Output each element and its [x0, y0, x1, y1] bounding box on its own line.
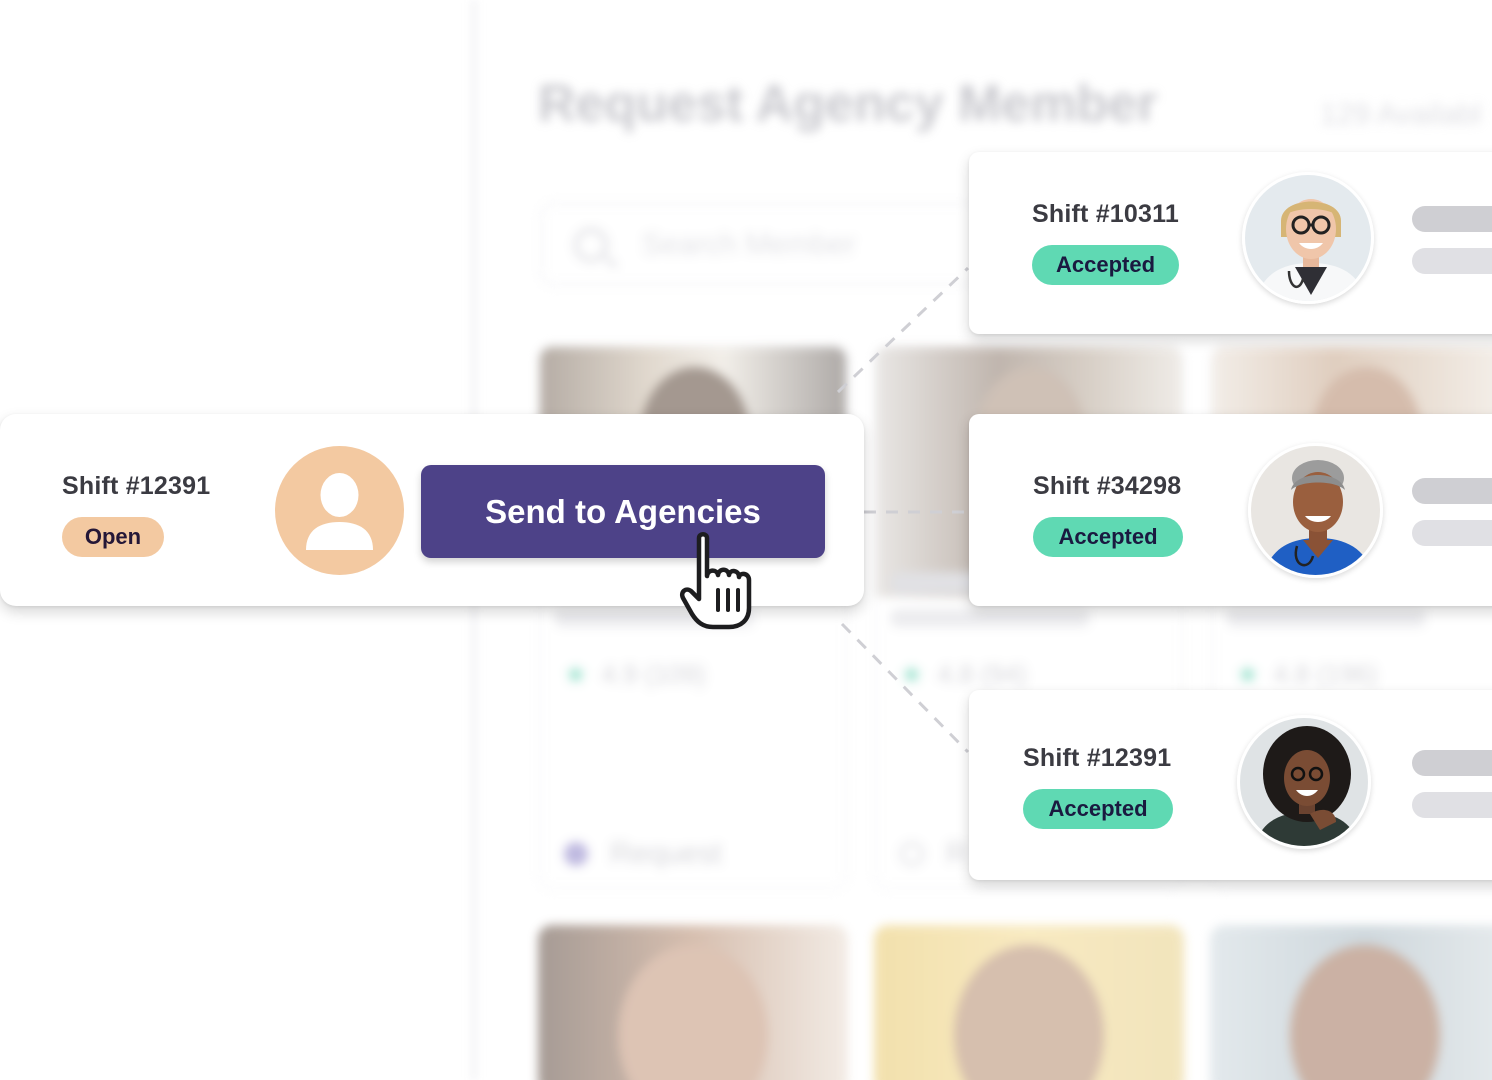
member-rating: ★ 4.8 (94)	[900, 659, 1027, 689]
search-placeholder: Search Member	[642, 228, 856, 261]
search-icon	[574, 228, 608, 262]
request-toggle[interactable]: Request	[564, 837, 722, 871]
page-title: Request Agency Member	[538, 75, 1158, 133]
radio-icon	[564, 842, 588, 866]
available-count: 129 Availabl	[1320, 98, 1482, 131]
radio-icon	[900, 842, 924, 866]
accepted-shift-card: Shift #34298 Accepted	[969, 414, 1492, 606]
shift-number: Shift #34298	[1033, 472, 1182, 500]
member-card-photo[interactable]	[538, 925, 848, 1080]
status-badge: Accepted	[1033, 517, 1183, 557]
search-input[interactable]: Search Member	[540, 202, 980, 286]
member-rating: ★ 4.9 (109)	[564, 659, 706, 689]
shift-number: Shift #10311	[1032, 200, 1179, 228]
user-placeholder-icon	[275, 446, 404, 575]
status-badge: Open	[62, 517, 164, 557]
info-line-placeholder	[1412, 478, 1492, 504]
shift-number: Shift #12391	[1023, 744, 1172, 772]
star-icon: ★	[1236, 659, 1260, 689]
member-role-placeholder	[890, 609, 1090, 627]
clinician-avatar	[1237, 715, 1371, 849]
nurse-avatar	[1248, 443, 1383, 578]
info-line-placeholder	[1412, 750, 1492, 776]
member-card-photo[interactable]	[874, 925, 1184, 1080]
info-line-placeholder	[1412, 206, 1492, 232]
info-line-placeholder	[1412, 792, 1492, 818]
member-role-placeholder	[1226, 609, 1426, 627]
star-icon: ★	[900, 659, 924, 689]
doctor-avatar	[1242, 172, 1374, 304]
shift-number: Shift #12391	[62, 472, 211, 500]
accepted-shift-card: Shift #10311 Accepted	[969, 152, 1492, 334]
info-line-placeholder	[1412, 520, 1492, 546]
info-line-placeholder	[1412, 248, 1492, 274]
request-toggle[interactable]: R	[900, 837, 968, 871]
member-rating: ★ 4.8 (196)	[1236, 659, 1378, 689]
star-icon: ★	[564, 659, 588, 689]
status-badge: Accepted	[1023, 789, 1173, 829]
hand-pointer-icon	[680, 532, 752, 630]
member-card-photo[interactable]	[1210, 925, 1492, 1080]
accepted-shift-card: Shift #12391 Accepted	[969, 690, 1492, 880]
status-badge: Accepted	[1032, 245, 1179, 285]
